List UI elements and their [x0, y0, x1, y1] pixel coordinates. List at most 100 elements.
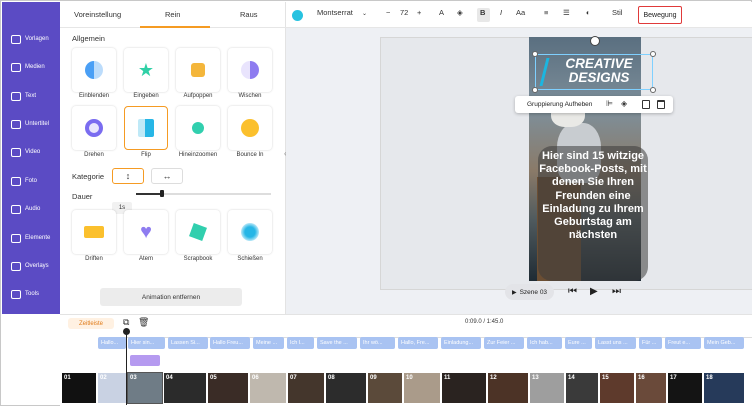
nav-item-untertitel[interactable]: Untertitel [2, 113, 60, 135]
opacity-icon[interactable]: ◐ [586, 8, 591, 17]
scene-clip[interactable]: 01 [62, 373, 96, 403]
text-clip[interactable]: Hallo Freu... [210, 337, 250, 349]
font-size-decrease[interactable]: − [386, 8, 390, 17]
animation-eingeben[interactable]: ★ [124, 48, 168, 92]
duplicate-icon[interactable]: ⧉ [123, 317, 129, 328]
line-spacing-icon[interactable]: ☰ [563, 8, 570, 17]
motion-button[interactable]: Bewegung [638, 6, 682, 24]
italic-button[interactable]: I [500, 8, 502, 17]
tab-voreinstellung[interactable]: Voreinstellung [74, 10, 121, 19]
duration-slider-handle[interactable] [160, 190, 164, 197]
nav-item-text[interactable]: Text [2, 85, 60, 107]
scene-clip[interactable]: 13 [530, 373, 564, 403]
text-clip[interactable]: Einladung... [441, 337, 481, 349]
category-vertical-button[interactable]: ↕ [112, 168, 144, 184]
resize-handle[interactable] [650, 87, 656, 93]
chevron-down-icon[interactable]: ⌄ [362, 10, 367, 17]
animation-driften[interactable] [72, 210, 116, 254]
scene-play-button[interactable]: ▶ Szene 03 [505, 284, 554, 300]
scene-clip[interactable]: 07 [288, 373, 324, 403]
body-text[interactable]: Hier sind 15 witzige Facebook-Posts, mit… [538, 146, 648, 281]
rotate-handle-icon[interactable] [590, 36, 600, 46]
animation-hineinzoomen[interactable] [176, 106, 220, 150]
scene-clip[interactable]: 09 [368, 373, 402, 403]
duplicate-icon[interactable] [642, 100, 650, 109]
delete-icon[interactable]: 🗑 [138, 317, 149, 328]
scene-clip[interactable]: 10 [404, 373, 440, 403]
nav-item-elemente[interactable]: Elemente [2, 227, 60, 249]
text-clip[interactable]: Hallo, Fre... [398, 337, 438, 349]
tab-raus[interactable]: Raus [240, 10, 258, 19]
category-horizontal-button[interactable]: ↔ [151, 168, 183, 184]
animation-flip[interactable] [124, 106, 168, 150]
text-clip[interactable]: Lassen Si... [168, 337, 208, 349]
headline-text-box[interactable]: CREATIVE DESIGNS [532, 51, 656, 93]
nav-item-foto[interactable]: Foto [2, 170, 60, 192]
animation-schiessen[interactable] [228, 210, 272, 254]
nav-item-vorlagen[interactable]: Vorlagen [2, 28, 60, 50]
text-clip[interactable]: Ich l... [287, 337, 314, 349]
next-icon[interactable]: ⏭ [612, 286, 621, 297]
text-clip[interactable]: Hier sin... [128, 337, 165, 349]
playhead-handle[interactable] [123, 328, 130, 335]
scene-clip[interactable]: 18 [704, 373, 744, 403]
scene-clip[interactable]: 05 [208, 373, 248, 403]
fill-color-icon[interactable]: ◈ [457, 8, 463, 17]
nav-item-overlays[interactable]: Overlays [2, 255, 60, 277]
style-button[interactable]: Stil [612, 8, 622, 17]
scene-clip[interactable]: 06 [250, 373, 286, 403]
font-family-select[interactable]: Montserrat [317, 8, 353, 17]
scene-clip[interactable]: 16 [636, 373, 666, 403]
remove-animation-button[interactable]: Animation entfernen [100, 288, 242, 306]
text-clip[interactable]: Freut e... [665, 337, 701, 349]
scene-clip[interactable]: 11 [442, 373, 486, 403]
text-clip[interactable]: Meine ... [253, 337, 284, 349]
layers-icon[interactable]: ◈ [621, 99, 629, 108]
align-icon[interactable]: ⊫ [606, 99, 614, 108]
animation-wischen[interactable] [228, 48, 272, 92]
scene-clip[interactable]: 14 [566, 373, 598, 403]
nav-item-audio[interactable]: Audio [2, 198, 60, 220]
resize-handle[interactable] [532, 87, 538, 93]
nav-item-medien[interactable]: Medien [2, 56, 60, 78]
align-icon[interactable]: ≡ [544, 8, 548, 17]
text-clip[interactable]: Lasst uns ... [595, 337, 636, 349]
font-icon[interactable]: A [439, 8, 444, 17]
animation-einblenden[interactable] [72, 48, 116, 92]
text-color-picker[interactable] [292, 10, 303, 21]
text-clip[interactable]: Zur Feier ... [484, 337, 524, 349]
animation-drehen[interactable] [72, 106, 116, 150]
timeline-playhead[interactable] [126, 329, 127, 405]
element-clip[interactable] [130, 355, 160, 366]
text-clip[interactable]: Save the ... [317, 337, 357, 349]
nav-item-video[interactable]: Video [2, 141, 60, 163]
bold-button[interactable]: B [480, 8, 485, 17]
text-clip[interactable]: Für ... [639, 337, 662, 349]
play-icon[interactable]: ▶ [590, 286, 598, 297]
tab-rein[interactable]: Rein [165, 10, 180, 19]
text-clip[interactable]: Ihr wö... [360, 337, 395, 349]
scene-clip[interactable]: 15 [600, 373, 634, 403]
font-size-input[interactable]: 72 [400, 8, 408, 17]
text-clip[interactable]: Hallo... [98, 337, 126, 349]
scene-clip[interactable]: 04 [164, 373, 206, 403]
nav-item-tools[interactable]: Tools [2, 283, 60, 305]
resize-handle[interactable] [532, 51, 538, 57]
resize-handle[interactable] [650, 51, 656, 57]
text-clip[interactable]: Mein Geb... [704, 337, 744, 349]
delete-icon[interactable] [657, 100, 665, 109]
previous-icon[interactable]: ⏮ [568, 286, 577, 297]
animation-aufpoppen[interactable] [176, 48, 220, 92]
case-button[interactable]: Aa [516, 8, 525, 17]
text-clip[interactable]: Eure ... [565, 337, 592, 349]
timeline-toggle[interactable]: Zeitleiste [68, 318, 114, 329]
animation-atem[interactable]: ♥ [124, 210, 168, 254]
animation-bounce-in[interactable] [228, 106, 272, 150]
text-clip[interactable]: Ich hab... [527, 337, 562, 349]
scene-clip[interactable]: 03 [127, 372, 163, 404]
scene-clip[interactable]: 02 [98, 373, 126, 403]
animation-scrapbook[interactable] [176, 210, 220, 254]
scene-clip[interactable]: 08 [326, 373, 366, 403]
font-size-increase[interactable]: + [417, 8, 421, 17]
scene-clip[interactable]: 12 [488, 373, 528, 403]
